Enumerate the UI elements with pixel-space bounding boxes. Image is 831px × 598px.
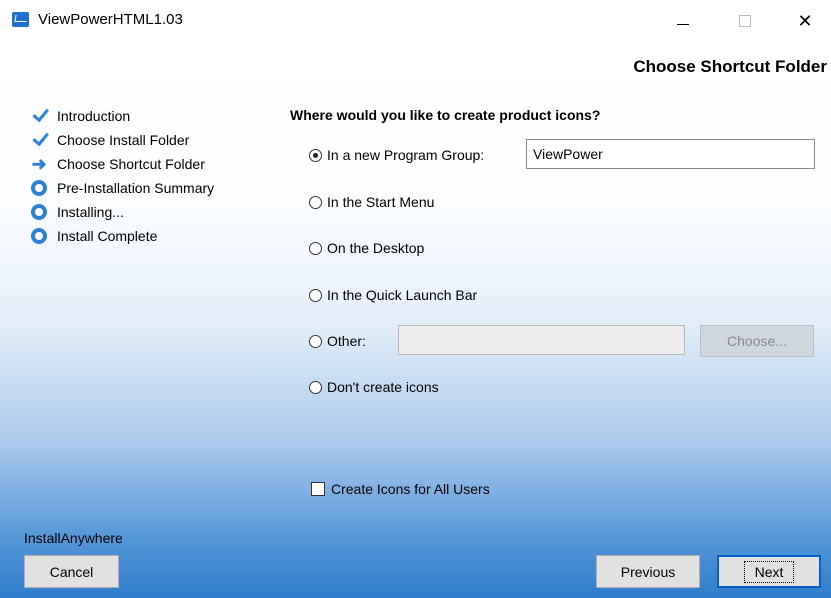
all-users-checkbox[interactable]: [311, 482, 325, 496]
step-label: Install Complete: [57, 228, 158, 244]
step-label: Installing...: [57, 204, 124, 220]
all-users-checkbox-row[interactable]: Create Icons for All Users: [311, 481, 490, 497]
step-item: Introduction: [30, 104, 214, 128]
option-new-program-group[interactable]: In a new Program Group:: [309, 147, 484, 163]
app-icon: [12, 12, 29, 27]
previous-button[interactable]: Previous: [596, 555, 700, 588]
radio-button[interactable]: [309, 380, 322, 394]
step-item: Installing...: [30, 200, 214, 224]
step-label: Pre-Installation Summary: [57, 180, 215, 196]
step-label: Introduction: [57, 108, 131, 124]
close-icon: ✕: [797, 10, 813, 31]
other-path-input: [398, 325, 685, 355]
option-label: Other:: [327, 333, 366, 349]
radio-button[interactable]: [309, 195, 322, 209]
option-label: In the Quick Launch Bar: [327, 287, 478, 303]
brand-label: InstallAnywhere: [24, 530, 123, 546]
next-button[interactable]: Next: [717, 555, 821, 588]
check-icon: [30, 131, 48, 149]
option-other[interactable]: Other:: [309, 333, 366, 349]
next-button-label: Next: [743, 560, 795, 583]
arrow-right-icon: ➜: [31, 154, 47, 174]
circle-icon: [30, 179, 48, 197]
step-item-current: ➜ Choose Shortcut Folder: [30, 152, 214, 176]
page-heading: Choose Shortcut Folder: [633, 57, 827, 76]
close-button[interactable]: ✕: [782, 0, 828, 42]
program-group-input[interactable]: [526, 139, 815, 169]
step-item: Choose Install Folder: [30, 128, 214, 152]
step-list: Introduction Choose Install Folder ➜ Cho…: [30, 104, 214, 248]
option-label: On the Desktop: [327, 240, 425, 256]
cancel-button[interactable]: Cancel: [24, 555, 119, 588]
window-title: ViewPowerHTML1.03: [38, 11, 183, 28]
step-label: Choose Shortcut Folder: [57, 156, 205, 172]
step-item: Pre-Installation Summary: [30, 176, 214, 200]
maximize-icon: [739, 15, 751, 27]
option-label: In a new Program Group:: [327, 147, 485, 163]
radio-button[interactable]: [309, 148, 322, 162]
radio-button[interactable]: [309, 334, 322, 348]
option-label: In the Start Menu: [327, 194, 435, 210]
installer-window: ViewPowerHTML1.03 ✕ Choose Shortcut Fold…: [0, 0, 831, 598]
title-bar: ViewPowerHTML1.03 ✕: [0, 0, 831, 50]
check-icon: [30, 107, 48, 125]
circle-icon: [30, 203, 48, 221]
maximize-button: [722, 0, 768, 42]
radio-button[interactable]: [309, 288, 322, 302]
step-item: Install Complete: [30, 224, 214, 248]
option-start-menu[interactable]: In the Start Menu: [309, 194, 434, 210]
minimize-icon: [677, 23, 689, 25]
circle-icon: [30, 227, 48, 245]
option-label: Don't create icons: [327, 379, 439, 395]
option-quick-launch[interactable]: In the Quick Launch Bar: [309, 287, 477, 303]
option-no-icons[interactable]: Don't create icons: [309, 379, 439, 395]
choose-button: Choose...: [700, 325, 814, 357]
radio-button[interactable]: [309, 241, 322, 255]
step-label: Choose Install Folder: [57, 132, 190, 148]
minimize-button[interactable]: [660, 0, 706, 42]
option-desktop[interactable]: On the Desktop: [309, 240, 424, 256]
question-label: Where would you like to create product i…: [290, 107, 601, 123]
checkbox-label: Create Icons for All Users: [331, 481, 490, 497]
